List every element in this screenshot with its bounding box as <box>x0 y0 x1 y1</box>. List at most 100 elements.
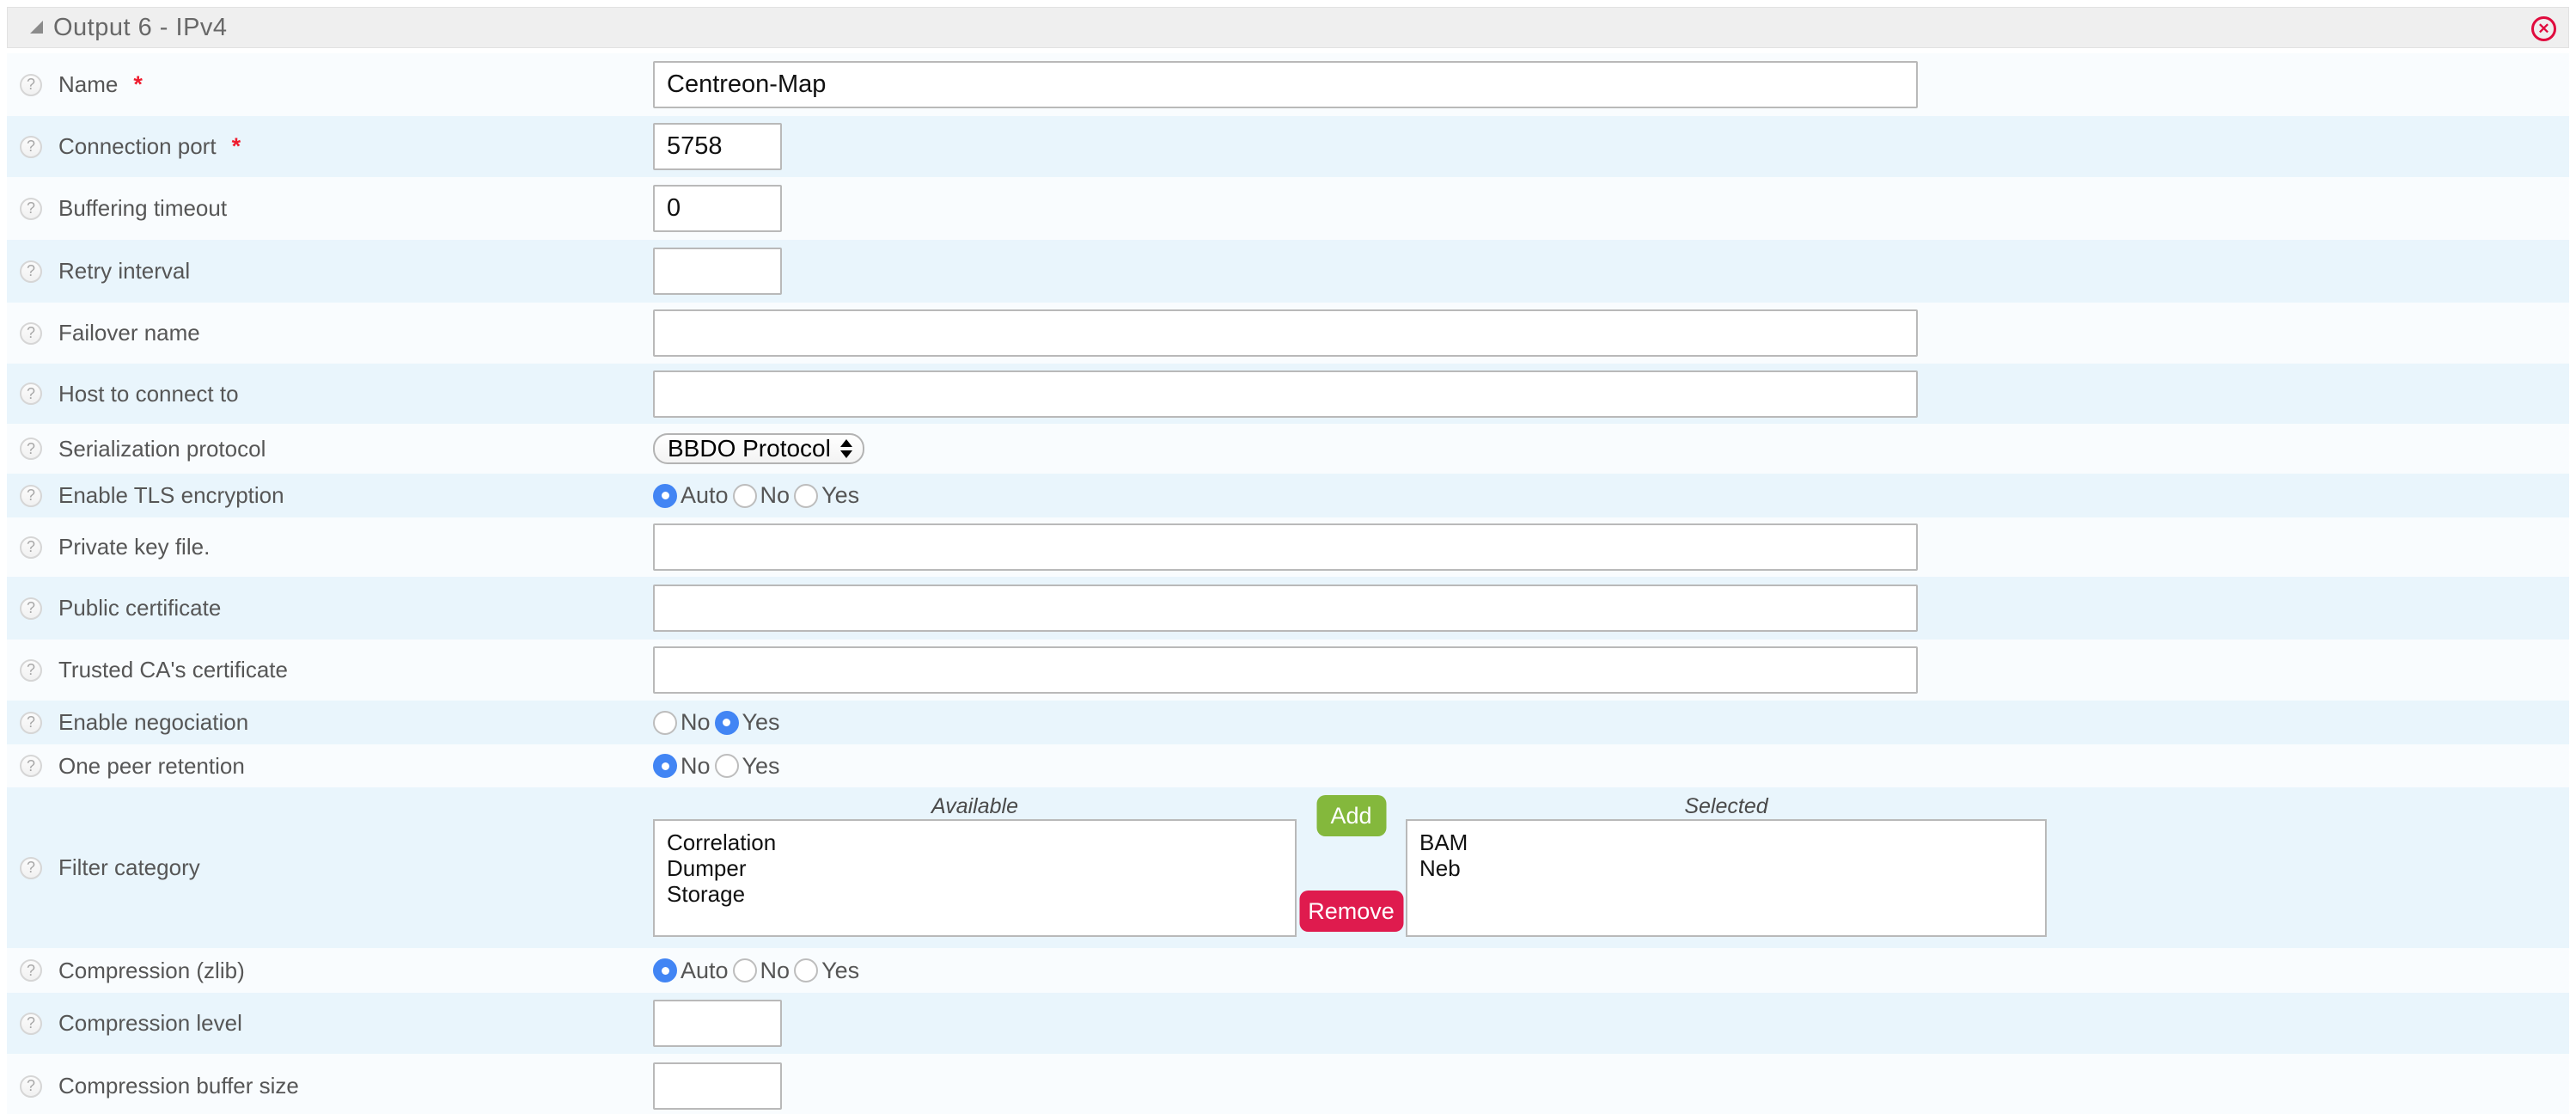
public-certificate-input[interactable] <box>653 585 1918 632</box>
radio-label: No <box>760 482 791 509</box>
list-option[interactable]: Neb <box>1419 855 2045 881</box>
available-column: Available Correlation Dumper Storage <box>653 787 1297 937</box>
serialization-protocol-select[interactable]: BBDO Protocol <box>653 433 864 464</box>
field-label: Host to connect to <box>58 381 239 407</box>
form-row-compression-buffer-size: ? Compression buffer size <box>7 1054 2569 1114</box>
label-cell: ? Host to connect to <box>7 381 653 407</box>
label-cell: ? Compression buffer size <box>7 1073 653 1099</box>
form-row-enable-negociation: ? Enable negociation No Yes <box>7 701 2569 744</box>
failover-name-input[interactable] <box>653 309 1918 357</box>
help-icon[interactable]: ? <box>20 597 42 620</box>
radio-auto[interactable] <box>653 958 677 982</box>
field-label: Compression level <box>58 1010 242 1037</box>
remove-button[interactable]: Remove <box>1299 891 1403 932</box>
list-option[interactable]: Storage <box>667 881 1295 907</box>
label-cell: ? Retry interval <box>7 258 653 285</box>
label-cell: ? Enable negociation <box>7 709 653 736</box>
section-header[interactable]: Output 6 - IPv4 ✕ <box>7 7 2569 48</box>
form-row-retry-interval: ? Retry interval <box>7 240 2569 303</box>
radio-no[interactable] <box>653 754 677 778</box>
available-title: Available <box>653 793 1297 819</box>
radio-label: Auto <box>681 958 729 984</box>
radio-label: No <box>681 753 711 780</box>
radio-label: Yes <box>821 958 859 984</box>
radio-yes[interactable] <box>715 711 739 735</box>
form-row-compression-level: ? Compression level <box>7 993 2569 1054</box>
help-icon[interactable]: ? <box>20 712 42 734</box>
field-label: Public certificate <box>58 595 221 621</box>
label-cell: ? One peer retention <box>7 753 653 780</box>
filter-category-duallist: Available Correlation Dumper Storage Add… <box>653 787 2047 948</box>
help-icon[interactable]: ? <box>20 438 42 460</box>
form-row-public-certificate: ? Public certificate <box>7 577 2569 640</box>
section-title: Output 6 - IPv4 <box>53 14 228 42</box>
private-key-input[interactable] <box>653 523 1918 571</box>
list-option[interactable]: BAM <box>1419 829 2045 855</box>
form-row-trusted-ca: ? Trusted CA's certificate <box>7 640 2569 701</box>
label-cell: ? Filter category <box>7 854 653 881</box>
name-input[interactable] <box>653 61 1918 108</box>
help-icon[interactable]: ? <box>20 959 42 982</box>
select-value: BBDO Protocol <box>668 435 831 462</box>
help-icon[interactable]: ? <box>20 198 42 220</box>
help-icon[interactable]: ? <box>20 485 42 507</box>
add-button[interactable]: Add <box>1316 795 1386 836</box>
help-icon[interactable]: ? <box>20 1075 42 1098</box>
compression-level-input[interactable] <box>653 1000 782 1047</box>
host-input[interactable] <box>653 370 1918 418</box>
compression-buffer-size-input[interactable] <box>653 1062 782 1110</box>
help-icon[interactable]: ? <box>20 536 42 559</box>
radio-yes[interactable] <box>794 484 818 508</box>
radio-no[interactable] <box>733 958 757 982</box>
required-asterisk: * <box>232 133 241 160</box>
compression-radio-group: Auto No Yes <box>653 958 2569 984</box>
field-label: Enable negociation <box>58 709 248 736</box>
field-label: Name <box>58 71 118 98</box>
form-row-tls-encryption: ? Enable TLS encryption Auto No Yes <box>7 474 2569 517</box>
one-peer-radio-group: No Yes <box>653 753 2569 780</box>
retry-interval-input[interactable] <box>653 248 782 295</box>
selected-listbox[interactable]: BAM Neb <box>1406 819 2047 937</box>
help-icon[interactable]: ? <box>20 322 42 345</box>
selected-title: Selected <box>1406 793 2047 819</box>
radio-yes[interactable] <box>715 754 739 778</box>
field-label: Serialization protocol <box>58 436 266 462</box>
radio-no[interactable] <box>653 711 677 735</box>
form-row-buffering-timeout: ? Buffering timeout <box>7 177 2569 240</box>
field-label: Buffering timeout <box>58 195 227 222</box>
help-icon[interactable]: ? <box>20 383 42 405</box>
help-icon[interactable]: ? <box>20 136 42 158</box>
radio-label: Yes <box>742 709 780 736</box>
help-icon[interactable]: ? <box>20 755 42 777</box>
help-icon[interactable]: ? <box>20 659 42 682</box>
collapse-triangle-icon[interactable] <box>30 21 43 34</box>
help-icon[interactable]: ? <box>20 857 42 879</box>
connection-port-input[interactable] <box>653 123 782 170</box>
field-label: Compression (zlib) <box>58 958 245 984</box>
radio-label: No <box>681 709 711 736</box>
radio-auto[interactable] <box>653 484 677 508</box>
form-row-host: ? Host to connect to <box>7 364 2569 424</box>
list-option[interactable]: Dumper <box>667 855 1295 881</box>
buffering-timeout-input[interactable] <box>653 185 782 232</box>
help-icon[interactable]: ? <box>20 1013 42 1035</box>
select-spinner-icon <box>840 439 852 458</box>
help-icon[interactable]: ? <box>20 260 42 283</box>
form-row-name: ? Name * <box>7 53 2569 116</box>
label-cell: ? Name * <box>7 71 653 98</box>
radio-label: Auto <box>681 482 729 509</box>
radio-yes[interactable] <box>794 958 818 982</box>
radio-no[interactable] <box>733 484 757 508</box>
close-output-icon[interactable]: ✕ <box>2531 16 2556 41</box>
available-listbox[interactable]: Correlation Dumper Storage <box>653 819 1297 937</box>
field-label: Enable TLS encryption <box>58 482 284 509</box>
list-option[interactable]: Correlation <box>667 829 1295 855</box>
output-config-panel: Output 6 - IPv4 ✕ ? Name * ? Connection … <box>7 7 2569 1114</box>
field-label: Filter category <box>58 854 200 881</box>
label-cell: ? Compression level <box>7 1010 653 1037</box>
help-icon[interactable]: ? <box>20 74 42 96</box>
form-row-failover-name: ? Failover name <box>7 303 2569 364</box>
field-label: Retry interval <box>58 258 190 285</box>
trusted-ca-input[interactable] <box>653 646 1918 694</box>
label-cell: ? Serialization protocol <box>7 436 653 462</box>
